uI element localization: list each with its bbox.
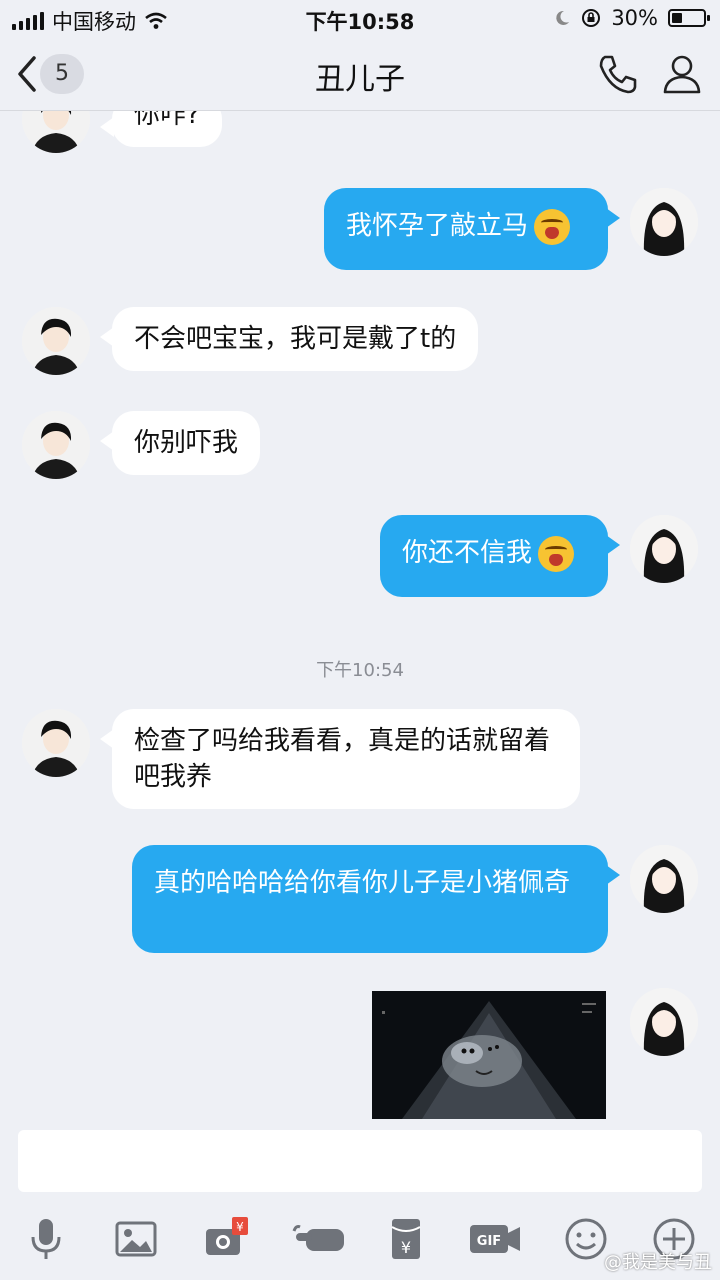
- user-avatar[interactable]: [630, 845, 698, 913]
- gif-icon[interactable]: GIF: [468, 1215, 524, 1263]
- contact-avatar[interactable]: [22, 111, 90, 153]
- outgoing-message-bubble: 真的哈哈哈给你看你儿子是小猪佩奇: [132, 845, 620, 953]
- incoming-message-bubble: 不会吧宝宝，我可是戴了t的: [99, 307, 479, 371]
- nav-bar: 5 丑儿子: [0, 36, 720, 111]
- profile-icon[interactable]: [660, 52, 704, 96]
- user-avatar[interactable]: [630, 515, 698, 583]
- incoming-message-bubble: 检查了吗给我看看，真是的话就留着吧我养: [100, 709, 580, 809]
- image-icon[interactable]: [112, 1215, 160, 1263]
- red-packet-yen-glyph: ¥: [236, 1220, 244, 1234]
- red-envelope-icon[interactable]: ¥: [382, 1215, 430, 1263]
- outgoing-message-bubble: 我怀孕了敲立马: [324, 188, 620, 270]
- poke-hand-icon[interactable]: [292, 1215, 348, 1263]
- outgoing-message-text: 你还不信我: [402, 538, 533, 568]
- user-avatar[interactable]: [630, 988, 698, 1056]
- incoming-message-bubble: 你咋?: [100, 111, 222, 147]
- moon-icon: [556, 10, 570, 25]
- incoming-message-bubble: 你别吓我: [99, 411, 261, 475]
- user-avatar[interactable]: [630, 188, 698, 256]
- message-timestamp: 下午10:54: [316, 660, 404, 681]
- phone-icon[interactable]: [596, 52, 640, 96]
- watermark: @我是美与丑: [604, 1252, 712, 1273]
- emoji-icon[interactable]: [562, 1215, 610, 1263]
- message-list[interactable]: 你咋? 我怀孕了敲立马 不会吧宝宝，我可是戴了t的 你别吓我 你还不信我 下午1…: [0, 111, 720, 1119]
- gif-glyph: GIF: [477, 1234, 501, 1249]
- contact-avatar[interactable]: [22, 709, 90, 777]
- crying-emoji-icon: [538, 536, 575, 572]
- outgoing-message-text: 我怀孕了敲立马: [346, 211, 529, 241]
- crying-emoji-icon: [534, 209, 571, 245]
- status-bar: 中国移动 下午10:58 30%: [0, 0, 720, 36]
- camera-icon[interactable]: ¥: [202, 1215, 250, 1263]
- rotation-lock-icon: [582, 9, 601, 27]
- battery-icon: [668, 9, 710, 27]
- envelope-yen-glyph: ¥: [401, 1238, 411, 1257]
- battery-label: 30%: [611, 6, 658, 30]
- ultrasound-image[interactable]: [372, 991, 606, 1119]
- contact-avatar[interactable]: [22, 411, 90, 479]
- contact-avatar[interactable]: [22, 307, 90, 375]
- microphone-icon[interactable]: [22, 1215, 70, 1263]
- message-input[interactable]: [18, 1130, 702, 1192]
- outgoing-message-bubble: 你还不信我: [380, 515, 620, 597]
